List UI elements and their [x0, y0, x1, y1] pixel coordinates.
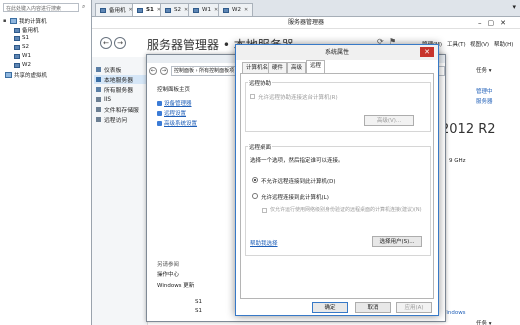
server-icon	[96, 77, 101, 82]
tasks-dropdown[interactable]: 任务 ▾	[476, 319, 492, 325]
sidebar-item-all-servers[interactable]: 所有服务器	[94, 85, 146, 94]
system-properties-dialog: 系统属性 ✕ 计算机名 硬件 高级 远程 远程协助 允许远程协助连接这台计算机(…	[235, 44, 439, 316]
window-controls[interactable]: –▢✕	[478, 17, 512, 29]
sidebar-item-iis[interactable]: IIS	[94, 95, 146, 104]
select-users-button[interactable]: 选择用户(S)...	[372, 236, 422, 247]
back-icon[interactable]: ←	[149, 67, 157, 75]
advanced-button[interactable]: 高级(V)...	[364, 115, 414, 126]
vm-icon	[14, 35, 20, 41]
tree-vm-item[interactable]: W2	[14, 62, 31, 68]
close-icon[interactable]: ✕	[420, 47, 434, 57]
list-item: S1	[195, 299, 202, 305]
tab-hardware[interactable]: 硬件	[268, 62, 288, 73]
os-version-text: 2012 R2	[441, 122, 496, 137]
sidebar-item-file-storage[interactable]: 文件和存储服	[94, 105, 146, 114]
dashboard-icon	[96, 67, 101, 72]
list-item: S1	[195, 308, 202, 314]
tree-vm-item[interactable]: W1	[14, 53, 31, 59]
advanced-settings-link[interactable]: 高级系统设置	[157, 119, 197, 127]
vm-icon	[100, 7, 106, 13]
remote-desktop-heading: 远程桌面	[248, 143, 273, 151]
storage-icon	[96, 107, 101, 112]
window-title: 服务器管理器 –▢✕	[92, 17, 520, 29]
remote-access-icon	[96, 117, 101, 122]
dialog-title: 系统属性	[236, 45, 438, 60]
back-icon[interactable]: ←	[100, 37, 112, 49]
library-search-input[interactable]: 在此处键入内容进行搜索	[3, 3, 79, 12]
nla-label: 仅允许运行使用网络级别身份验证的远程桌面的计算机连接(建议)(N)	[270, 207, 422, 213]
menu-view[interactable]: 视图(V)	[470, 40, 489, 48]
nla-checkbox[interactable]	[262, 208, 267, 213]
cpu-speed-text: 9 GHz	[449, 158, 466, 164]
info-fragment: 管理中	[476, 89, 493, 95]
tree-vm-item[interactable]: 备用机	[14, 26, 39, 34]
shared-folder-icon	[5, 72, 12, 78]
tree-vm-item[interactable]: S2	[14, 44, 29, 50]
vm-tab-strip: 备用机 ✕ S1 ✕ S2 ✕ W1 ✕ W2 ✕ ▾	[92, 0, 520, 17]
tree-vm-item[interactable]: S1	[14, 35, 29, 41]
cancel-button[interactable]: 取消	[355, 302, 391, 313]
tasks-dropdown[interactable]: 任务 ▾	[476, 66, 492, 74]
action-center-link[interactable]: 操作中心	[157, 270, 179, 278]
device-manager-link[interactable]: 设备管理器	[157, 99, 192, 107]
sidebar-item-dashboard[interactable]: 仪表板	[94, 65, 146, 74]
info-fragment: 服务器	[476, 99, 493, 105]
vm-icon	[14, 53, 20, 59]
windows-update-link[interactable]: Windows 更新	[157, 281, 194, 289]
remote-assistance-heading: 远程协助	[248, 79, 273, 87]
allow-remote-radio[interactable]	[252, 193, 258, 199]
ok-button[interactable]: 确定	[312, 302, 348, 313]
cp-home-link[interactable]: 控制面板主页	[157, 85, 190, 93]
deny-remote-radio[interactable]	[252, 177, 258, 183]
vm-icon	[165, 7, 171, 13]
sidebar-item-remote-access[interactable]: 远程访问	[94, 115, 146, 124]
vm-icon	[223, 7, 229, 13]
forward-icon[interactable]: →	[160, 67, 168, 75]
vm-icon	[14, 27, 20, 33]
menu-help[interactable]: 帮助(H)	[494, 40, 513, 48]
remote-assistance-group: 远程协助 允许远程协助连接这台计算机(R) 高级(V)...	[245, 79, 431, 132]
remote-assistance-checkbox[interactable]	[250, 94, 255, 99]
remote-settings-link[interactable]: 远程设置	[157, 109, 186, 117]
sidebar-item-local-server[interactable]: 本地服务器	[94, 75, 146, 84]
help-me-choose-link[interactable]: 帮助我选择	[250, 239, 278, 247]
close-icon[interactable]: ✕	[244, 7, 248, 13]
apply-button[interactable]: 应用(A)	[396, 302, 432, 313]
remote-assistance-label: 允许远程协助连接这台计算机(R)	[258, 95, 338, 101]
shield-icon	[157, 120, 162, 126]
shield-icon	[157, 100, 162, 106]
menu-tools[interactable]: 工具(T)	[447, 40, 466, 48]
iis-icon	[96, 97, 101, 102]
vm-icon	[193, 7, 199, 13]
tab-advanced[interactable]: 高级	[287, 62, 307, 73]
sm-sidebar: 仪表板 本地服务器 所有服务器 IIS 文件和存储服 远程访问	[92, 57, 148, 325]
collapse-icon[interactable]: ▪	[3, 18, 8, 24]
see-also-heading: 另请参阅	[157, 262, 180, 268]
shield-icon	[157, 110, 162, 116]
forward-icon[interactable]: →	[114, 37, 126, 49]
tab-vm[interactable]: W2 ✕	[218, 3, 254, 16]
remote-desktop-group: 远程桌面 选择一个选项，然后指定谁可以连接。 不允许远程连接到此计算机(D) 允…	[245, 143, 431, 256]
vm-icon	[137, 7, 143, 13]
remote-desktop-prompt: 选择一个选项，然后指定谁可以连接。	[250, 158, 344, 164]
dialog-body: 远程协助 允许远程协助连接这台计算机(R) 高级(V)... 远程桌面 选择一个…	[240, 73, 434, 299]
allow-remote-label: 允许远程连接到此计算机(L)	[261, 195, 329, 201]
tree-root[interactable]: ▪ 我的计算机	[3, 17, 47, 25]
servers-icon	[96, 87, 101, 92]
tree-shared-vms[interactable]: 共享的虚拟机	[5, 71, 47, 79]
vm-library-panel: 在此处键入内容进行搜索 ⌕ ▪ 我的计算机 备用机 S1 S2 W1 W2 共享…	[0, 0, 92, 325]
tab-remote[interactable]: 远程	[306, 60, 326, 73]
computer-icon	[10, 18, 17, 24]
deny-remote-label: 不允许远程连接到此计算机(D)	[261, 179, 336, 185]
dropdown-icon[interactable]: ▾	[512, 3, 516, 11]
vm-icon	[14, 62, 20, 68]
vm-icon	[14, 44, 20, 50]
search-icon[interactable]: ⌕	[82, 3, 90, 12]
